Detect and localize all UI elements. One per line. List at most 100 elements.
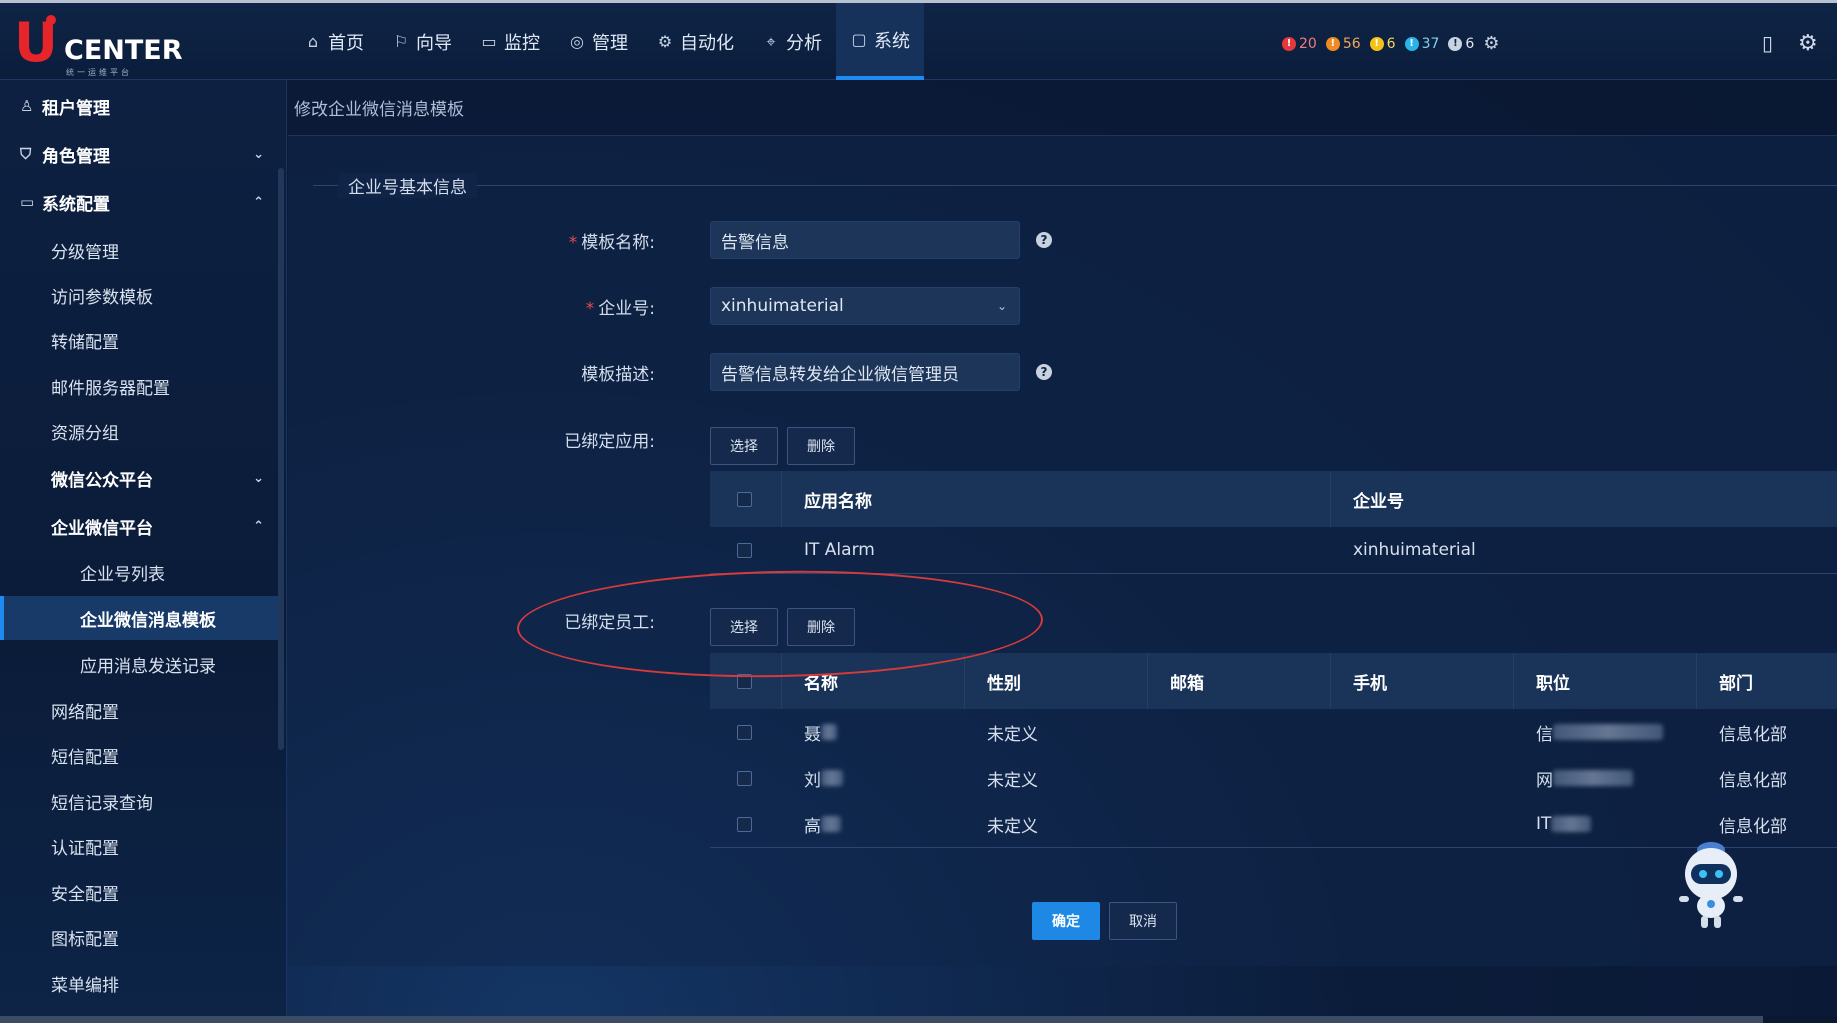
document-icon[interactable]: ▯: [1762, 31, 1773, 55]
nav-system[interactable]: ▢ 系统: [836, 3, 924, 80]
email-cell: [1148, 755, 1331, 801]
main-nav: ⌂ 首页 ⚐ 向导 ▭ 监控 ◎ 管理 ⚙ 自动化 ⌖ 分析 ▢ 系统: [290, 3, 924, 80]
nav-guide[interactable]: ⚐ 向导: [378, 3, 466, 80]
select-staff-button[interactable]: 选择: [710, 608, 778, 646]
sidebar-item-wechat-public[interactable]: 微信公众平台 ⌄: [0, 456, 278, 500]
minor-count: 6: [1386, 35, 1396, 52]
breadcrumb: 修改企业微信消息模板: [288, 80, 1837, 136]
sidebar-item-msg-records[interactable]: 应用消息发送记录: [0, 642, 278, 686]
alert-counters[interactable]: ! 20 ! 56 ! 6 ! 37 ! 6 ⚙: [1282, 33, 1499, 54]
sidebar-item-dump[interactable]: 转储配置: [0, 318, 278, 362]
redacted-text: [821, 816, 841, 832]
help-icon[interactable]: ?: [1036, 232, 1052, 248]
help-icon[interactable]: ?: [1036, 364, 1052, 380]
staff-table: 名称 性别 邮箱 手机 职位 部门 聂 未定义 信 信息化部 刘 未定义 网 信…: [710, 653, 1837, 848]
sidebar-item-role[interactable]: ⛉ 角色管理 ⌄: [0, 132, 278, 176]
sidebar-item-label: 企业号列表: [80, 564, 165, 585]
col-name[interactable]: 名称: [782, 653, 965, 709]
nav-automation[interactable]: ⚙ 自动化: [642, 3, 748, 80]
table-row[interactable]: IT Alarm xinhuimaterial: [710, 527, 1837, 573]
logo[interactable]: U CENTER 统一运维平台: [14, 13, 183, 78]
staff-table-header: 名称 性别 邮箱 手机 职位 部门: [710, 653, 1837, 709]
corp-cell: xinhuimaterial: [1353, 540, 1476, 560]
col-gender[interactable]: 性别: [965, 653, 1148, 709]
select-all-checkbox[interactable]: [737, 491, 752, 507]
col-corp[interactable]: 企业号: [1331, 471, 1837, 527]
sidebar-item-icons[interactable]: 图标配置: [0, 915, 278, 959]
cancel-button[interactable]: 取消: [1109, 902, 1177, 940]
gear-icon[interactable]: ⚙: [1798, 31, 1818, 56]
alert-settings-icon[interactable]: ⚙: [1483, 33, 1499, 54]
sidebar-item-label: 角色管理: [42, 146, 110, 167]
nav-home[interactable]: ⌂ 首页: [290, 3, 378, 80]
sidebar-item-label: 系统配置: [42, 194, 110, 215]
delete-staff-button[interactable]: 删除: [787, 608, 855, 646]
sidebar-item-label: 认证配置: [51, 838, 119, 859]
required-mark: *: [585, 299, 595, 319]
gender-cell: 未定义: [987, 816, 1038, 837]
horizontal-scrollbar[interactable]: [0, 1016, 1837, 1023]
row-checkbox-cell: [710, 801, 782, 847]
sidebar-item-label: 资源分组: [51, 423, 119, 444]
row-checkbox[interactable]: [737, 770, 752, 786]
sidebar-item-network[interactable]: 网络配置: [0, 688, 278, 732]
sidebar-item-sysconfig[interactable]: ▭ 系统配置 ⌃: [0, 180, 278, 224]
table-row[interactable]: 高 未定义 IT 信息化部: [710, 801, 1837, 847]
table-row[interactable]: 刘 未定义 网 信息化部: [710, 755, 1837, 801]
sidebar-item-label: 菜单编排: [51, 975, 119, 996]
shield-icon: ⛉: [20, 145, 32, 163]
nav-analysis[interactable]: ⌖ 分析: [748, 3, 836, 80]
select-apps-button[interactable]: 选择: [710, 427, 778, 465]
col-phone[interactable]: 手机: [1331, 653, 1514, 709]
col-position[interactable]: 职位: [1514, 653, 1697, 709]
sidebar-item-sms-records[interactable]: 短信记录查询: [0, 779, 278, 823]
nav-manage[interactable]: ◎ 管理: [554, 3, 642, 80]
header-checkbox-cell: [710, 653, 782, 709]
nav-monitor[interactable]: ▭ 监控: [466, 3, 554, 80]
sidebar-item-access-template[interactable]: 访问参数模板: [0, 273, 278, 317]
col-dept[interactable]: 部门: [1697, 653, 1837, 709]
sidebar-item-tenant[interactable]: ♙ 租户管理: [0, 84, 278, 128]
chevron-down-icon: ⌄: [253, 470, 264, 486]
col-app-name[interactable]: 应用名称: [782, 471, 1331, 527]
corp-value: xinhuimaterial: [721, 296, 844, 316]
sidebar-item-msg-template[interactable]: 企业微信消息模板: [0, 596, 278, 640]
chevron-up-icon: ⌃: [253, 518, 264, 534]
delete-apps-button[interactable]: 删除: [787, 427, 855, 465]
sidebar-item-corp-list[interactable]: 企业号列表: [0, 550, 278, 594]
apps-table-header: 应用名称 企业号: [710, 471, 1837, 527]
sidebar-item-label: 安全配置: [51, 884, 119, 905]
sidebar-item-mail-server[interactable]: 邮件服务器配置: [0, 364, 278, 408]
phone-cell: [1331, 755, 1514, 801]
corp-select[interactable]: xinhuimaterial ⌄: [710, 287, 1020, 325]
desc-input[interactable]: 告警信息转发给企业微信管理员: [710, 353, 1020, 391]
confirm-button[interactable]: 确定: [1032, 902, 1100, 940]
sidebar-item-label: 企业微信消息模板: [80, 610, 216, 631]
sidebar-item-resource-group[interactable]: 资源分组: [0, 409, 278, 453]
template-name-label-text: 模板名称:: [581, 233, 655, 253]
major-alert-icon: !: [1325, 36, 1340, 51]
sidebar-item-wechat-work[interactable]: 企业微信平台 ⌃: [0, 504, 278, 548]
sidebar-item-menu[interactable]: 菜单编排: [0, 961, 278, 1005]
template-name-input[interactable]: 告警信息: [710, 221, 1020, 259]
redacted-text: [1553, 724, 1663, 740]
apps-table: 应用名称 企业号 IT Alarm xinhuimaterial: [710, 471, 1837, 574]
col-email[interactable]: 邮箱: [1148, 653, 1331, 709]
chevron-down-icon: ⌄: [996, 299, 1007, 313]
sidebar-item-security[interactable]: 安全配置: [0, 870, 278, 914]
fieldset-divider: [313, 185, 1837, 186]
sidebar-scrollbar[interactable]: [278, 168, 284, 750]
config-icon: ▭: [20, 193, 35, 211]
sidebar-item-sms[interactable]: 短信配置: [0, 733, 278, 777]
row-checkbox[interactable]: [737, 816, 752, 832]
scrollbar-thumb[interactable]: [0, 1016, 1763, 1023]
sidebar-item-auth[interactable]: 认证配置: [0, 824, 278, 868]
sidebar-item-label: 访问参数模板: [51, 287, 153, 308]
table-row[interactable]: 聂 未定义 信 信息化部: [710, 709, 1837, 755]
row-checkbox[interactable]: [737, 724, 752, 740]
sidebar-item-grading[interactable]: 分级管理: [0, 228, 278, 272]
select-all-checkbox[interactable]: [737, 673, 752, 689]
row-checkbox[interactable]: [737, 542, 752, 558]
desc-value: 告警信息转发给企业微信管理员: [721, 364, 959, 385]
assistant-robot-icon[interactable]: [1675, 840, 1747, 932]
